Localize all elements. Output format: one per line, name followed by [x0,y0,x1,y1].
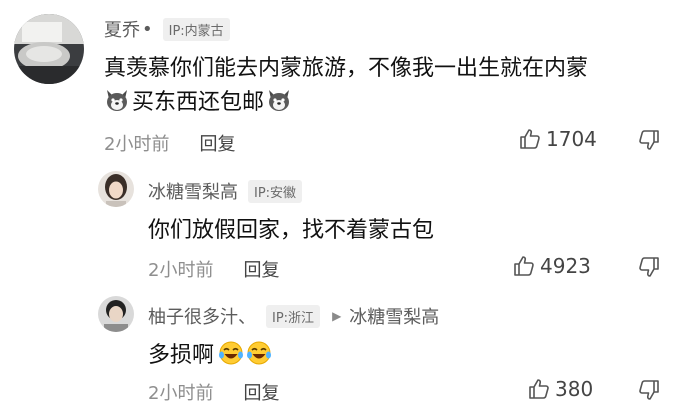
reply-to-arrow-icon: ▶ [332,309,342,323]
username[interactable]: 冰糖雪梨高 [148,178,238,204]
like-button[interactable]: 380 [527,377,593,401]
like-count: 4923 [540,254,591,278]
thumbs-up-icon [514,256,534,276]
dislike-button[interactable] [637,255,661,283]
avatar[interactable] [98,296,134,332]
reply-button[interactable]: 回复 [243,379,279,405]
avatar[interactable] [14,14,84,84]
comment-text-line: 真羡慕你们能去内蒙旅游，不像我一出生就在内蒙 [104,56,589,81]
avatar[interactable] [98,171,134,207]
timestamp: 2小时前 [148,260,214,281]
ip-location-tag: IP:浙江 [266,304,321,328]
dog-face-icon [266,87,292,113]
like-button[interactable]: 1704 [518,127,597,151]
name-separator: • [142,18,153,40]
reply-to-username[interactable]: 冰糖雪梨高 [349,303,439,329]
thumbs-up-icon [529,379,549,399]
comment-meta: 2小时前 回复 [148,256,279,282]
laughing-tears-icon [218,340,244,366]
username[interactable]: 夏乔 [104,16,140,42]
ip-location-tag: IP:内蒙古 [162,17,230,41]
comment-text-second-line: 买东西还包邮 [104,84,292,116]
ip-location-tag: IP:安徽 [248,179,303,203]
comment-text-line: 多损啊 [148,343,215,368]
comment-header: 夏乔 • IP:内蒙古 [104,16,230,42]
comment-text: 多损啊 [148,337,272,369]
comment-header: 冰糖雪梨高 IP:安徽 [148,178,303,204]
reply-button[interactable]: 回复 [243,256,279,282]
dislike-button[interactable] [637,128,661,156]
thumbs-down-icon [639,130,659,150]
reply-button[interactable]: 回复 [199,130,235,156]
thumbs-up-icon [520,129,540,149]
dislike-button[interactable] [637,378,661,406]
dog-face-icon [104,87,130,113]
like-count: 1704 [546,127,597,151]
comment-text: 你们放假回家，找不着蒙古包 [148,212,434,244]
comment-text: 真羡慕你们能去内蒙旅游，不像我一出生就在内蒙 [104,50,588,82]
timestamp: 2小时前 [104,134,170,155]
thumbs-down-icon [639,257,659,277]
username[interactable]: 柚子很多汁、 [148,303,256,329]
laughing-tears-icon [246,340,272,366]
comment-meta: 2小时前 回复 [104,130,235,156]
like-button[interactable]: 4923 [512,254,591,278]
comment-text-line: 你们放假回家，找不着蒙古包 [148,218,435,243]
like-count: 380 [555,377,594,401]
thumbs-down-icon [639,380,659,400]
timestamp: 2小时前 [148,383,214,404]
comment-text-line: 买东西还包邮 [132,90,265,115]
comment-meta: 2小时前 回复 [148,379,279,405]
comment-header: 柚子很多汁、 IP:浙江 ▶ 冰糖雪梨高 [148,303,439,329]
